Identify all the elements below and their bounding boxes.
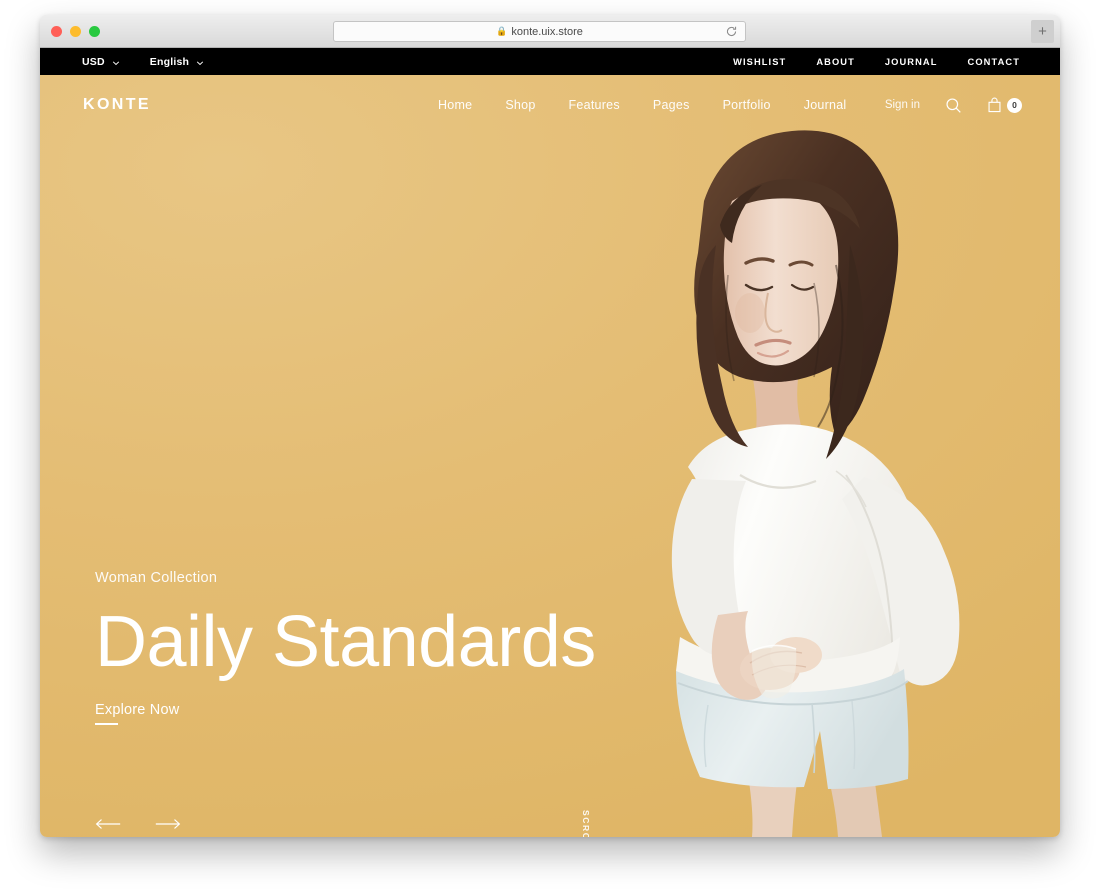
minimize-window-button[interactable] [70,26,81,37]
currency-selector[interactable]: USD [82,56,120,68]
language-label: English [149,55,190,68]
explore-now-link[interactable]: Explore Now [95,702,179,725]
scroll-label: SCROLL [581,810,591,837]
explore-now-label: Explore Now [95,702,180,718]
chevron-down-icon [112,58,120,66]
utility-topbar: USD English WISHLIST ABOUT JOURNAL CONTA… [40,48,1060,75]
website-viewport: USD English WISHLIST ABOUT JOURNAL CONTA… [40,48,1060,837]
main-header: KONTE Home Shop Features Pages Portfolio… [40,75,1060,135]
site-logo[interactable]: KONTE [83,96,151,114]
browser-window: 🔒 konte.uix.store + USD English WISHLIST… [40,15,1060,837]
topbar-link-contact[interactable]: CONTACT [968,57,1020,67]
arrow-right-icon[interactable] [155,817,181,835]
language-selector[interactable]: English [150,56,204,68]
currency-label: USD [82,55,105,68]
scroll-indicator[interactable]: SCROLL [581,810,591,837]
search-icon[interactable] [945,97,962,114]
shopping-bag-icon [987,97,1002,113]
close-window-button[interactable] [51,26,62,37]
header-actions: Sign in 0 [885,75,1022,135]
cta-underline [95,723,118,725]
lock-icon: 🔒 [496,26,508,36]
hero-headline: Daily Standards [95,602,596,682]
topbar-selectors: USD English [82,56,204,68]
url-text: konte.uix.store [511,25,583,38]
menu-item-shop[interactable]: Shop [505,98,535,112]
hero-model-image [671,130,960,837]
menu-item-pages[interactable]: Pages [653,98,690,112]
cart-count-badge: 0 [1007,97,1022,113]
topbar-link-wishlist[interactable]: WISHLIST [733,57,786,67]
menu-item-home[interactable]: Home [438,98,472,112]
menu-item-journal[interactable]: Journal [804,98,847,112]
reload-icon[interactable] [725,25,738,38]
topbar-link-journal[interactable]: JOURNAL [885,57,938,67]
menu-item-portfolio[interactable]: Portfolio [723,98,771,112]
arrow-left-icon[interactable] [95,817,121,835]
main-menu: Home Shop Features Pages Portfolio Journ… [438,75,846,135]
chevron-down-icon [196,58,204,66]
cart-button[interactable]: 0 [987,97,1022,113]
address-bar[interactable]: 🔒 konte.uix.store [333,21,746,42]
hero-copy: Woman Collection Daily Standards Explore… [95,570,596,725]
new-tab-button[interactable]: + [1031,20,1054,43]
menu-item-features[interactable]: Features [569,98,620,112]
maximize-window-button[interactable] [89,26,100,37]
sign-in-link[interactable]: Sign in [885,99,920,111]
browser-chrome: 🔒 konte.uix.store + [40,15,1060,48]
topbar-link-about[interactable]: ABOUT [816,57,855,67]
hero-eyebrow: Woman Collection [95,570,218,586]
page-root: 🔒 konte.uix.store + USD English WISHLIST… [0,0,1100,894]
topbar-links: WISHLIST ABOUT JOURNAL CONTACT [733,57,1020,67]
hero-section: KONTE Home Shop Features Pages Portfolio… [40,75,1060,837]
window-controls [51,26,100,37]
slider-controls [95,817,181,835]
